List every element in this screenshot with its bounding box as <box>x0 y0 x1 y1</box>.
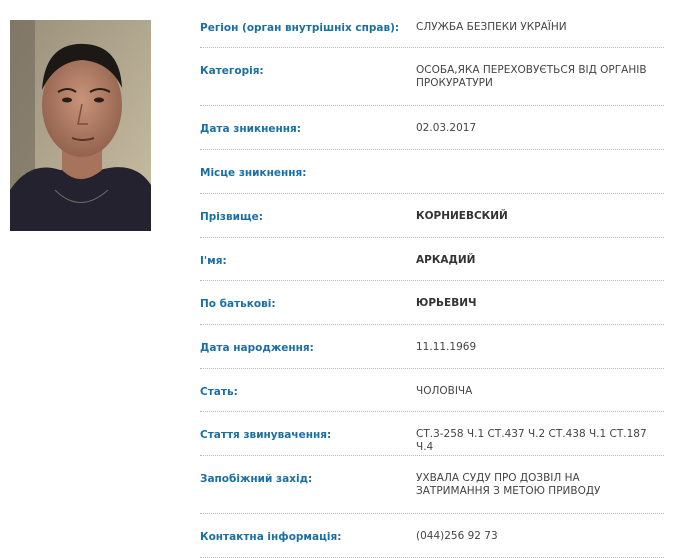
field-label-surname: Прізвище: <box>200 211 263 223</box>
field-label-preventive-measure: Запобіжний захід: <box>200 473 313 485</box>
field-label-disappearance-date: Дата зникнення: <box>200 123 301 135</box>
field-label-sex: Стать: <box>200 386 238 398</box>
field-row-surname: Прізвище: КОРНИЕВСКИЙ <box>200 194 664 238</box>
field-label-first-name: І'мя: <box>200 255 227 267</box>
field-row-preventive-measure: Запобіжний захід: УХВАЛА СУДУ ПРО ДОЗВІЛ … <box>200 456 664 514</box>
field-row-sex: Стать: ЧОЛОВІЧА <box>200 369 664 412</box>
field-value-birth-date: 11.11.1969 <box>416 341 477 353</box>
field-value-patronymic: ЮРЬЕВИЧ <box>416 297 477 309</box>
field-row-disappearance-place: Місце зникнення: <box>200 150 664 194</box>
person-details-table: Регіон (орган внутрішніх справ): СЛУЖБА Б… <box>200 5 664 558</box>
field-row-birth-date: Дата народження: 11.11.1969 <box>200 325 664 369</box>
field-value-category: ОСОБА,ЯКА ПЕРЕХОВУЄТЬСЯ ВІД ОРГАНІВ ПРОК… <box>416 64 647 89</box>
field-row-charge-article: Стаття звинувачення: СТ.3-258 Ч.1 СТ.437 … <box>200 412 664 456</box>
field-row-first-name: І'мя: АРКАДИЙ <box>200 238 664 281</box>
field-value-surname: КОРНИЕВСКИЙ <box>416 210 508 222</box>
person-photo-icon <box>10 20 151 231</box>
person-photo <box>10 20 151 231</box>
field-label-disappearance-place: Місце зникнення: <box>200 167 307 179</box>
field-label-category: Категорія: <box>200 65 264 77</box>
field-value-sex: ЧОЛОВІЧА <box>416 385 473 397</box>
field-row-region: Регіон (орган внутрішніх справ): СЛУЖБА Б… <box>200 5 664 48</box>
field-value-charge-article: СТ.3-258 Ч.1 СТ.437 Ч.2 СТ.438 Ч.1 СТ.18… <box>416 428 647 453</box>
field-label-patronymic: По батькові: <box>200 298 276 310</box>
field-value-first-name: АРКАДИЙ <box>416 254 476 266</box>
field-value-preventive-measure: УХВАЛА СУДУ ПРО ДОЗВІЛ НА ЗАТРИМАННЯ З М… <box>416 472 601 497</box>
field-value-disappearance-date: 02.03.2017 <box>416 122 477 134</box>
field-row-category: Категорія: ОСОБА,ЯКА ПЕРЕХОВУЄТЬСЯ ВІД ОР… <box>200 48 664 106</box>
field-label-contact-info: Контактна інформація: <box>200 531 342 543</box>
field-row-disappearance-date: Дата зникнення: 02.03.2017 <box>200 106 664 150</box>
field-value-region: СЛУЖБА БЕЗПЕКИ УКРАЇНИ <box>416 21 567 33</box>
field-label-region: Регіон (орган внутрішніх справ): <box>200 22 400 34</box>
field-label-birth-date: Дата народження: <box>200 342 314 354</box>
field-value-contact-info: (044)256 92 73 <box>416 530 498 542</box>
field-row-patronymic: По батькові: ЮРЬЕВИЧ <box>200 281 664 325</box>
field-row-contact-info: Контактна інформація: (044)256 92 73 <box>200 514 664 558</box>
field-label-charge-article: Стаття звинувачення: <box>200 429 332 441</box>
